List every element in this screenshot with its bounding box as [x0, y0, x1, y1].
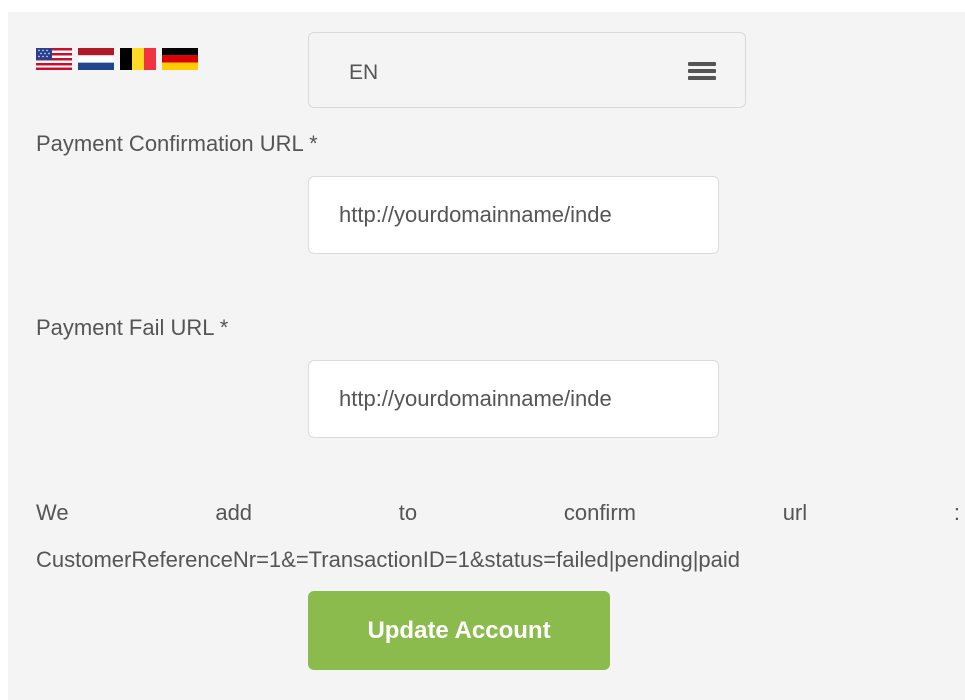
fail-url-input[interactable] — [308, 360, 719, 438]
url-params-text: CustomerReferenceNr=1&=TransactionID=1&s… — [36, 547, 741, 572]
hamburger-menu-icon[interactable] — [688, 62, 716, 80]
fail-url-label: Payment Fail URL * — [36, 315, 229, 340]
language-select-value: EN — [349, 61, 379, 84]
info-word: We — [36, 500, 69, 525]
info-text-line: We add to confirm url : — [36, 500, 960, 526]
confirmation-url-input[interactable] — [308, 176, 719, 254]
belgium-flag-icon[interactable] — [120, 48, 156, 70]
info-word: add — [215, 500, 253, 525]
info-word: to — [398, 500, 418, 525]
info-word: url — [782, 500, 808, 525]
language-flags — [36, 48, 198, 70]
update-account-button[interactable]: Update Account — [308, 591, 610, 670]
germany-flag-icon[interactable] — [162, 48, 198, 70]
language-select[interactable]: EN — [308, 32, 746, 108]
netherlands-flag-icon[interactable] — [78, 48, 114, 70]
info-word: confirm — [563, 500, 636, 525]
info-word: : — [953, 500, 960, 525]
us-flag-icon[interactable] — [36, 48, 72, 70]
confirmation-url-label: Payment Confirmation URL * — [36, 131, 318, 156]
